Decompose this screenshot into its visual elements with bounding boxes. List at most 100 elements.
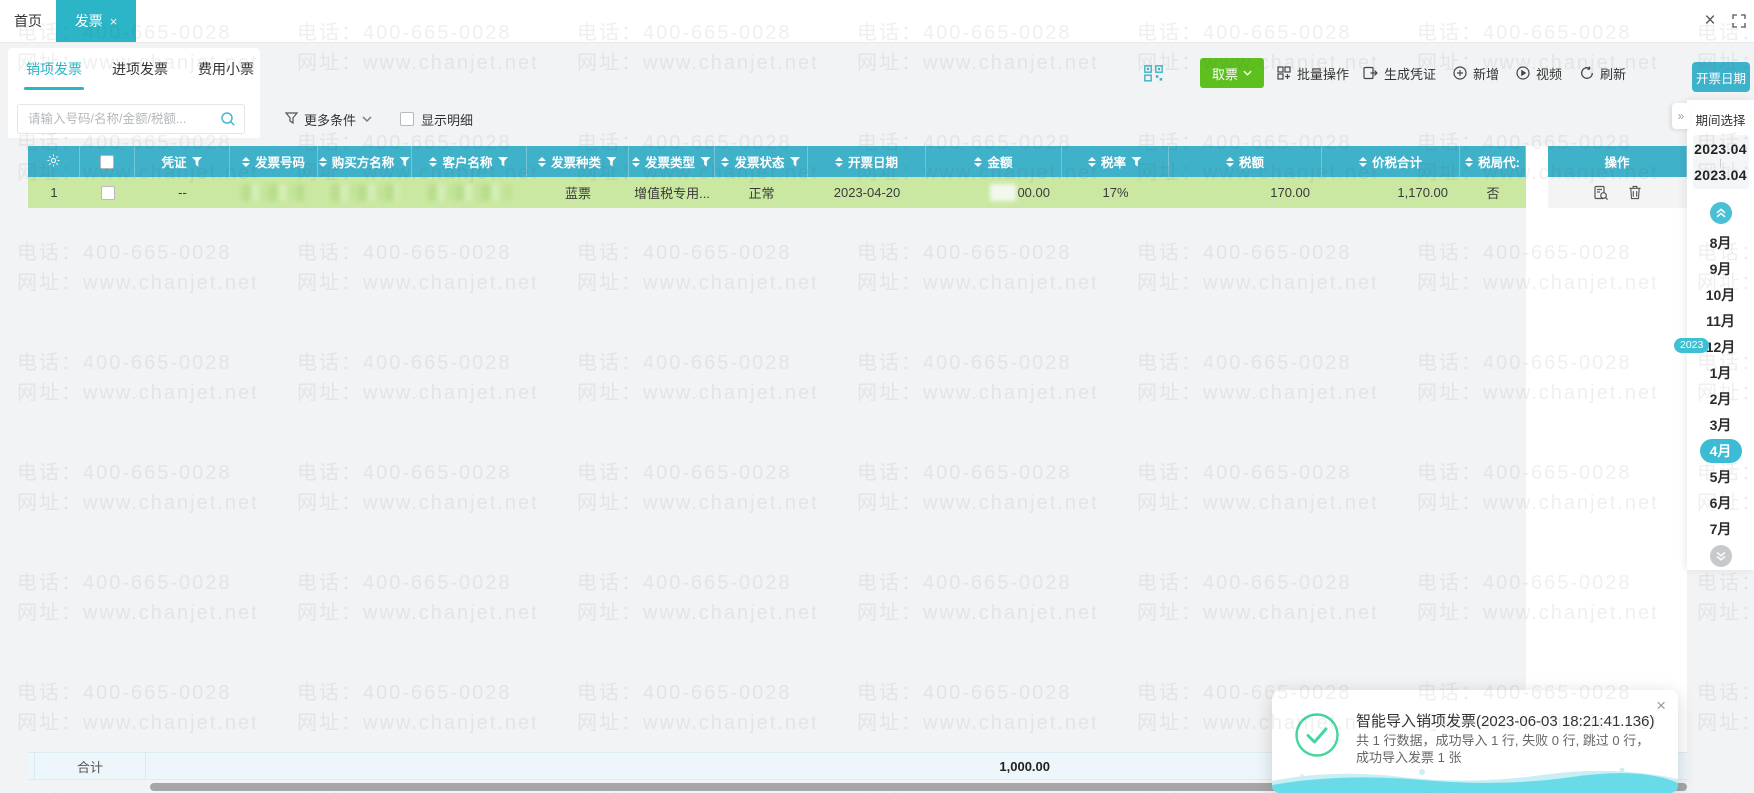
column-header-buyer_name[interactable]: 购买方名称 <box>318 146 412 177</box>
toast-message: 共 1 行数据，成功导入 1 行, 失败 0 行, 跳过 0 行，成功导入发票 … <box>1356 733 1650 765</box>
close-tab-icon[interactable]: × <box>110 14 118 29</box>
pick-ticket-button[interactable]: 取票 <box>1200 58 1264 88</box>
cell-voucher: -- <box>135 177 230 208</box>
toast-close-icon[interactable]: × <box>1656 696 1666 716</box>
sort-icon[interactable] <box>241 156 250 167</box>
column-label: 购买方名称 <box>331 156 395 170</box>
tab-0[interactable]: 销项发票 <box>24 48 84 90</box>
filter-icon[interactable] <box>789 156 801 167</box>
month-item-5月[interactable]: 5月 <box>1687 464 1754 490</box>
month-item-7月[interactable]: 7月 <box>1687 516 1754 542</box>
month-item-2月[interactable]: 2月 <box>1687 386 1754 412</box>
add-new-button[interactable]: 新增 <box>1453 58 1499 88</box>
generate-voucher-button[interactable]: 生成凭证 <box>1363 58 1436 88</box>
filter-icon[interactable] <box>399 156 411 167</box>
filter-icon[interactable] <box>700 156 711 167</box>
month-item-6月[interactable]: 6月 <box>1687 490 1754 516</box>
cell-customer_name <box>412 177 527 208</box>
refresh-icon <box>1581 66 1593 79</box>
sort-icon[interactable] <box>1225 156 1234 167</box>
column-header-invoice_kind[interactable]: 发票种类 <box>527 146 629 177</box>
column-header-invoice_type[interactable]: 发票类型 <box>629 146 715 177</box>
column-header-select[interactable] <box>80 146 135 177</box>
nav-tab-invoice[interactable]: 发票 × <box>56 0 136 42</box>
nav-tab-home[interactable]: 首页 <box>14 0 42 42</box>
close-window-icon[interactable]: × <box>1700 11 1720 31</box>
column-header-total_with_tax[interactable]: 价税合计 <box>1322 146 1460 177</box>
sort-icon[interactable] <box>1465 156 1474 167</box>
cell-invoice_no <box>230 177 318 208</box>
column-label: 金额 <box>987 156 1013 170</box>
tab-2[interactable]: 费用小票 <box>198 48 254 90</box>
year-badge: 2023 <box>1674 338 1710 353</box>
watermark-text: 电话：400-665-0028网址：www.chanjet.net <box>297 572 539 624</box>
fullscreen-icon[interactable] <box>1729 11 1749 31</box>
column-header-tax[interactable]: 税额 <box>1169 146 1322 177</box>
column-header-invoice_status[interactable]: 发票状态 <box>715 146 808 177</box>
invoice-table: 凭证 发票号码 购买方名称 客户名称 发票种类 发票类型 发票状态 开票日期 金额 税率 税额 价税合… <box>28 146 1687 208</box>
refresh-button[interactable]: 刷新 <box>1580 58 1626 88</box>
sort-icon[interactable] <box>1087 156 1096 167</box>
tab-1[interactable]: 进项发票 <box>112 48 168 90</box>
cell-buyer_name <box>318 177 412 208</box>
sort-icon[interactable] <box>429 156 438 167</box>
month-item-11月[interactable]: 11月 <box>1687 308 1754 334</box>
period-range-box[interactable]: 2023.04 | 2023.04 <box>1692 135 1749 189</box>
column-header-amount[interactable]: 金额 <box>926 146 1062 177</box>
show-detail-toggle[interactable]: 显示明细 <box>400 104 473 134</box>
plus-circle-icon <box>1453 66 1467 80</box>
month-item-8月[interactable]: 8月 <box>1687 230 1754 256</box>
row-checkbox[interactable] <box>100 185 115 200</box>
column-label: 客户名称 <box>442 156 493 170</box>
month-item-4月[interactable]: 4月 <box>1699 439 1742 463</box>
sort-icon[interactable] <box>1358 156 1367 167</box>
more-conditions-button[interactable]: 更多条件 <box>284 104 372 134</box>
sort-icon[interactable] <box>721 156 730 167</box>
gear-icon[interactable] <box>46 153 61 171</box>
month-item-10月[interactable]: 10月 <box>1687 282 1754 308</box>
scroll-months-down-button[interactable] <box>1709 545 1732 567</box>
sort-icon[interactable] <box>631 156 640 167</box>
sort-icon[interactable] <box>318 156 327 167</box>
search-icon[interactable] <box>220 111 236 132</box>
watermark-text: 电话：400-665-0028网址：www.chanjet.net <box>1137 572 1379 624</box>
column-header-invoice_date[interactable]: 开票日期 <box>808 146 926 177</box>
filter-icon[interactable] <box>1131 156 1142 167</box>
filter-icon[interactable] <box>497 156 509 167</box>
top-bar: 首页 发票 × × <box>0 0 1754 43</box>
column-header-ops[interactable]: 操作 <box>1548 146 1687 177</box>
watermark-text: 电话：400-665-0028网址：www.chanjet.net <box>1137 352 1379 404</box>
sidebar-collapse-handle[interactable]: » <box>1672 103 1690 129</box>
batch-operations-label: 批量操作 <box>1297 66 1350 82</box>
cell-invoice_kind: 蓝票 <box>527 177 629 208</box>
filter-icon[interactable] <box>606 156 617 167</box>
watermark-text: 电话：400-665-0028网址：www.chanjet.net <box>857 572 1099 624</box>
video-button[interactable]: 视频 <box>1516 58 1562 88</box>
filter-icon[interactable] <box>191 156 203 167</box>
column-header-tax_bureau[interactable]: 税局代: <box>1460 146 1526 177</box>
show-detail-label: 显示明细 <box>421 112 474 128</box>
month-item-1月[interactable]: 1月 <box>1687 360 1754 386</box>
column-header-index[interactable] <box>28 146 80 177</box>
column-header-tax_rate[interactable]: 税率 <box>1062 146 1169 177</box>
scan-qr-icon[interactable] <box>1144 58 1164 88</box>
batch-operations-button[interactable]: 批量操作 <box>1277 58 1349 88</box>
column-header-customer_name[interactable]: 客户名称 <box>412 146 527 177</box>
sort-icon[interactable] <box>537 156 546 167</box>
scroll-months-up-button[interactable] <box>1709 202 1732 224</box>
month-item-9月[interactable]: 9月 <box>1687 256 1754 282</box>
select-all-checkbox[interactable] <box>100 154 114 169</box>
column-header-invoice_no[interactable]: 发票号码 <box>230 146 318 177</box>
show-detail-checkbox[interactable] <box>400 112 414 126</box>
view-invoice-icon[interactable] <box>1592 184 1610 202</box>
month-item-3月[interactable]: 3月 <box>1687 412 1754 438</box>
column-header-voucher[interactable]: 凭证 <box>135 146 230 177</box>
sort-icon[interactable] <box>974 156 983 167</box>
invoice-date-filter-button[interactable]: 开票日期 <box>1692 62 1750 92</box>
search-input[interactable] <box>18 105 214 133</box>
table-row[interactable]: 1 -- 蓝票 增值税专用... 正常 2023-04-20 00.00 17% 170.00 1… <box>28 177 1687 208</box>
batch-icon <box>1277 66 1291 80</box>
delete-invoice-icon[interactable] <box>1626 184 1644 202</box>
watermark-text: 电话：400-665-0028网址：www.chanjet.net <box>577 352 819 404</box>
sort-icon[interactable] <box>834 156 843 167</box>
